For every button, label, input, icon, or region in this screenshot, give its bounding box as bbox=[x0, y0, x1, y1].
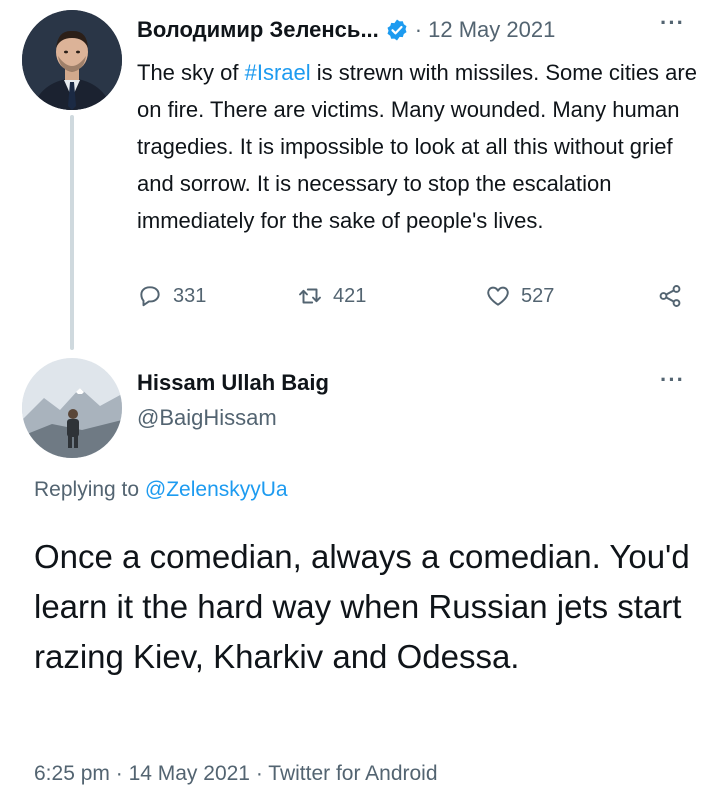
retweet-count: 421 bbox=[333, 284, 367, 307]
retweet-icon bbox=[299, 288, 321, 304]
replying-prefix: Replying to bbox=[34, 478, 145, 501]
reply-author-handle[interactable]: @BaigHissam bbox=[137, 405, 277, 431]
avatar-image bbox=[22, 10, 122, 110]
tweet-text-part: The sky of bbox=[137, 60, 245, 85]
heart-icon bbox=[487, 286, 509, 306]
reply-button[interactable]: 331 bbox=[137, 283, 206, 309]
avatar-baig[interactable] bbox=[22, 358, 122, 458]
more-dots-icon[interactable]: ··· bbox=[660, 367, 685, 393]
like-button[interactable]: 527 bbox=[485, 283, 554, 309]
thread-connector-line bbox=[70, 115, 74, 350]
reply-date[interactable]: 14 May 2021 bbox=[129, 762, 250, 785]
meta-separator: · bbox=[109, 762, 129, 785]
reply-count: 331 bbox=[173, 284, 207, 307]
more-dots-icon[interactable]: ··· bbox=[660, 10, 685, 36]
reply-bubble-icon bbox=[140, 286, 160, 307]
avatar-image bbox=[22, 358, 122, 458]
avatar-zelensky[interactable] bbox=[22, 10, 122, 110]
tweet-actions: 331 421 527 bbox=[137, 283, 697, 319]
meta-separator: · bbox=[249, 762, 269, 785]
reply-author-name[interactable]: Hissam Ullah Baig bbox=[137, 370, 329, 396]
reply-meta: 6:25 pm · 14 May 2021 · Twitter for Andr… bbox=[34, 762, 438, 786]
replying-to-mention[interactable]: @ZelenskyyUa bbox=[145, 478, 288, 501]
reply-text: Once a comedian, always a comedian. You'… bbox=[34, 538, 690, 675]
tweet-date[interactable]: 12 May 2021 bbox=[428, 17, 555, 43]
retweet-button[interactable]: 421 bbox=[297, 283, 366, 309]
reply-source[interactable]: Twitter for Android bbox=[268, 762, 437, 785]
like-count: 527 bbox=[521, 284, 555, 307]
tweet-text-part: is strewn with missiles. Some cities are… bbox=[137, 60, 697, 233]
tweet-author-name[interactable]: Володимир Зеленсь... bbox=[137, 17, 379, 43]
share-icon bbox=[659, 285, 681, 307]
tweet-text: The sky of #Israel is strewn with missil… bbox=[137, 54, 697, 239]
reply-time[interactable]: 6:25 pm bbox=[34, 762, 110, 785]
header-separator: · bbox=[414, 17, 423, 42]
replying-to-line: Replying to @ZelenskyyUa bbox=[34, 478, 288, 502]
share-button[interactable] bbox=[657, 283, 683, 309]
tweet-header: Володимир Зеленсь... · 12 May 2021 bbox=[137, 14, 555, 46]
hashtag-link[interactable]: #Israel bbox=[245, 60, 311, 85]
verified-badge-icon bbox=[385, 18, 409, 42]
